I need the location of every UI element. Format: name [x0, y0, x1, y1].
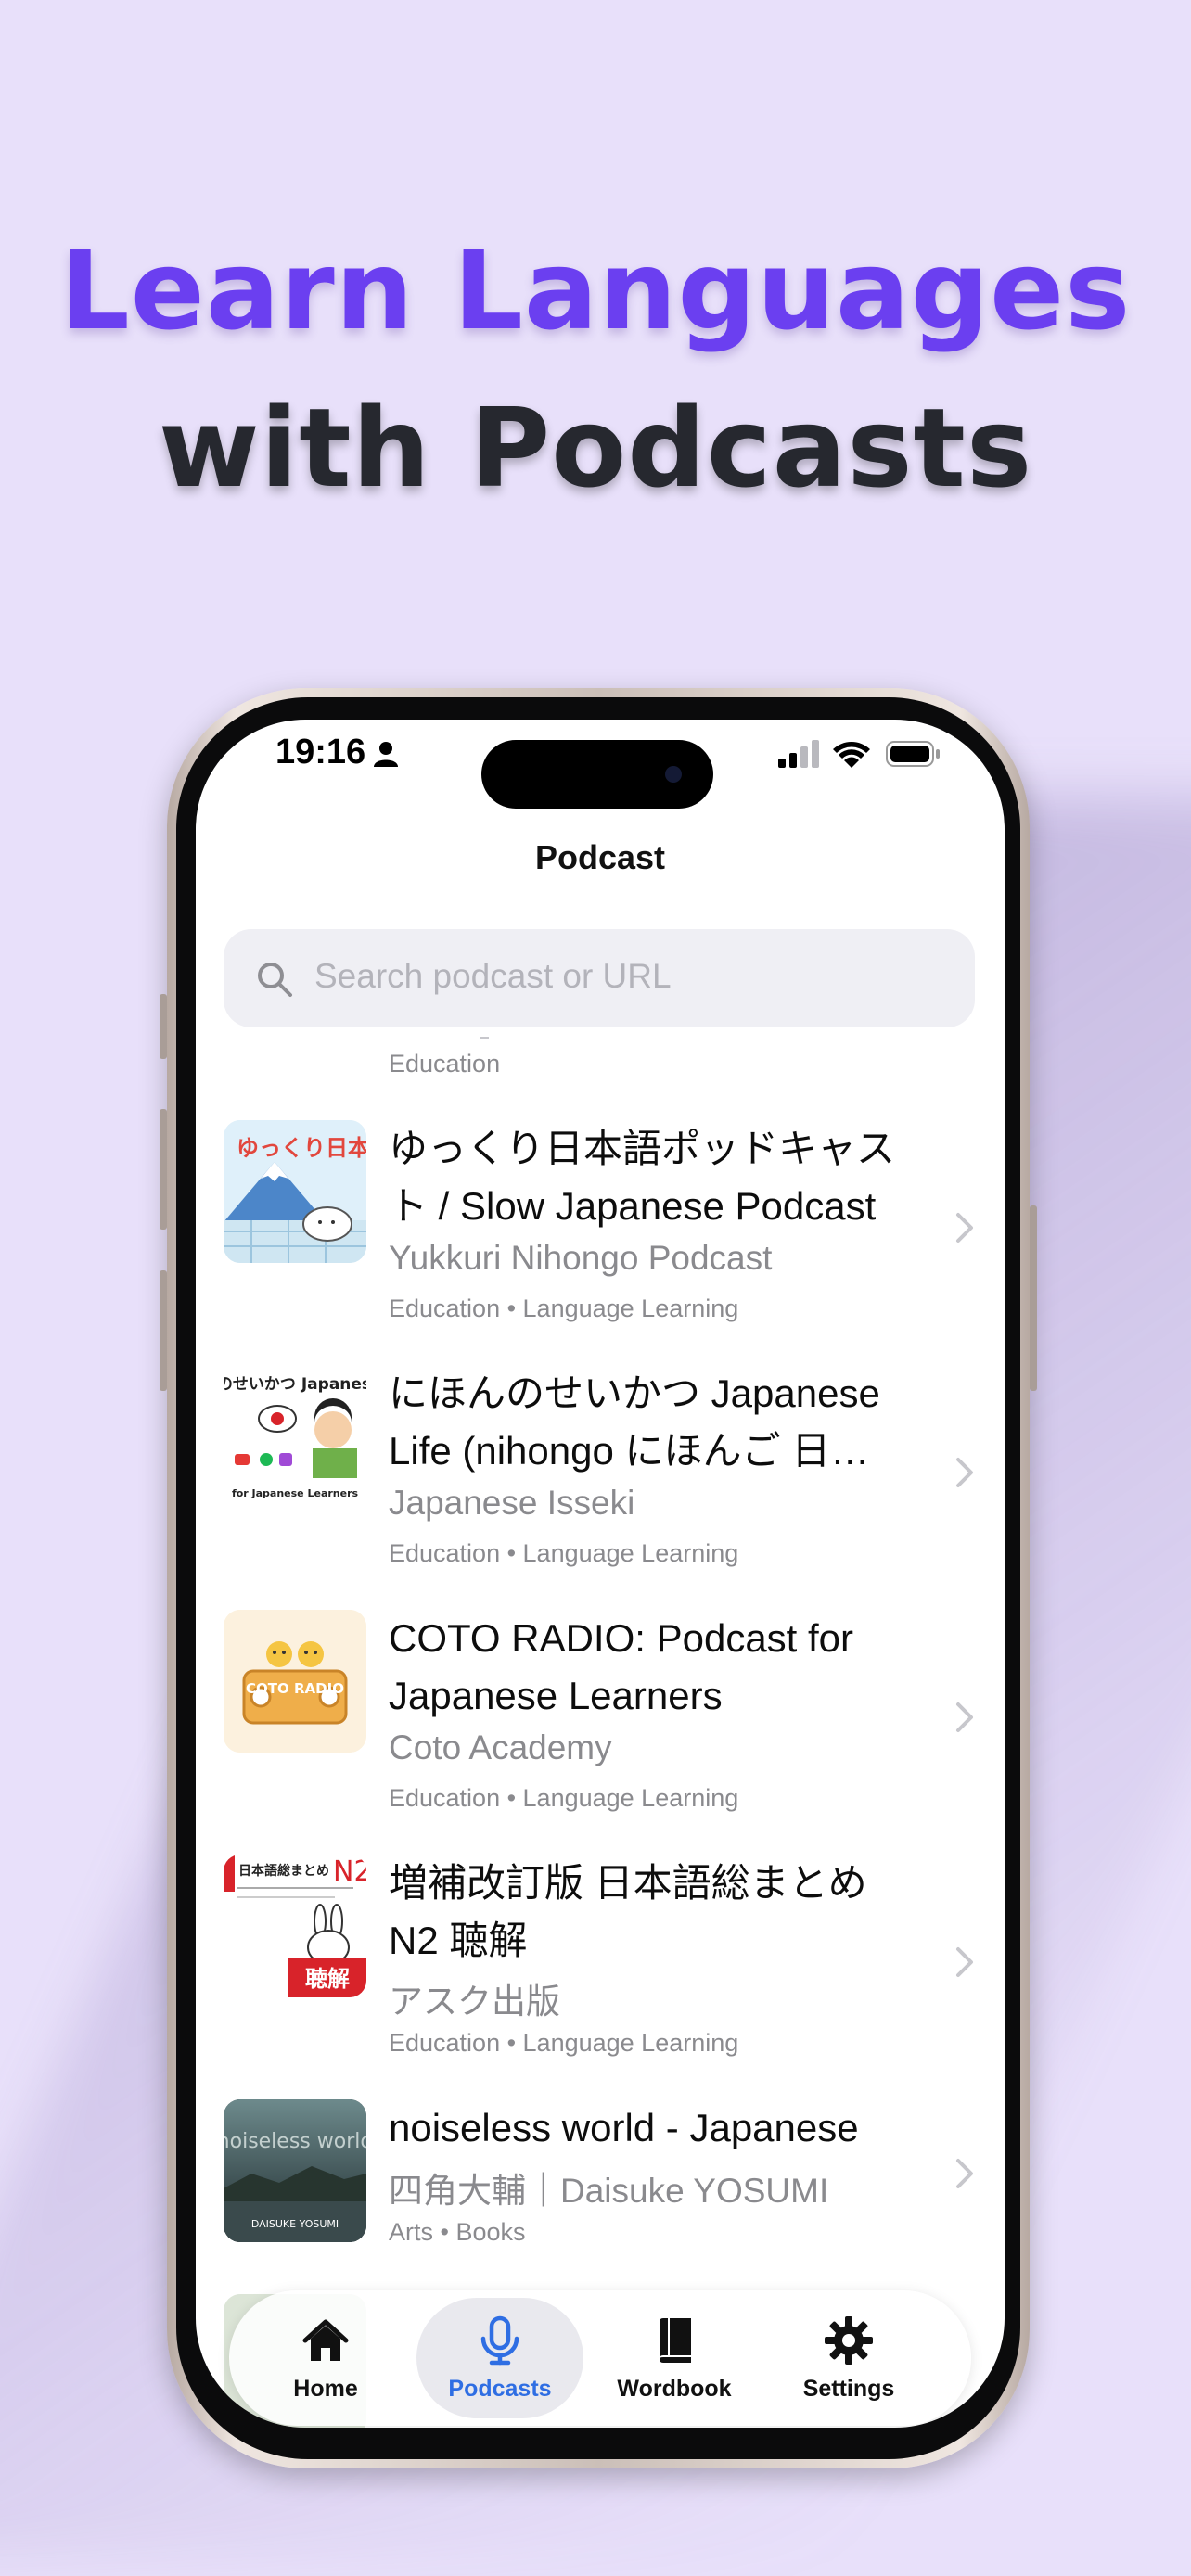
list-item[interactable]: COTO RADIO COTO RADIO: Podcast for Japan…	[196, 1591, 1005, 1832]
podcast-title: 増補改訂版 日本語総まとめ N2 聴解	[389, 1861, 867, 1962]
lake-artwork-icon: noiseless world DAISUKE YOSUMI	[224, 2099, 366, 2242]
tab-label: Settings	[802, 2376, 895, 2402]
podcast-artwork: ゆっくり日本語	[224, 1120, 366, 1263]
podcast-categories: Education • Language Learning	[389, 1784, 739, 1812]
list-item[interactable]: 日本語総まとめ N2 聴解 増補改訂版 日本語総まとめ N2 聴解 アスク出版 …	[196, 1836, 1005, 2077]
svg-text:for Japanese Learners: for Japanese Learners	[232, 1487, 359, 1499]
podcast-categories: Education • Language Learning	[389, 1294, 739, 1322]
podcast-artwork: 日本語総まとめ N2 聴解	[224, 1855, 366, 1997]
headline-line-1: Learn Languages	[59, 226, 1132, 354]
svg-text:COTO RADIO: COTO RADIO	[246, 1680, 344, 1697]
previous-row-remnant	[480, 1037, 489, 1039]
tab-home[interactable]: Home	[242, 2298, 409, 2418]
headline-line-2: with Podcasts	[158, 384, 1033, 512]
house-icon	[302, 2319, 349, 2361]
tab-label: Wordbook	[617, 2376, 732, 2402]
rabbit-book-artwork-icon: 日本語総まとめ N2 聴解	[224, 1855, 366, 1997]
svg-text:にほんのせいかつ Japanese Life: にほんのせいかつ Japanese Life	[224, 1375, 366, 1394]
wifi-icon	[833, 742, 870, 768]
chevron-right-icon	[956, 1458, 973, 1487]
book-icon	[660, 2318, 691, 2363]
tab-podcasts[interactable]: Podcasts	[416, 2298, 583, 2418]
svg-text:聴解: 聴解	[305, 1966, 350, 1992]
search-icon	[258, 963, 292, 997]
svg-text:日本語総まとめ: 日本語総まとめ	[238, 1863, 329, 1879]
tab-wordbook[interactable]: Wordbook	[591, 2298, 758, 2418]
previous-row-categories: Education	[389, 1050, 501, 1078]
marketing-headline: Learn Languages with Podcasts	[0, 211, 1191, 527]
podcast-title: にほんのせいかつ Japanese Life (nihongo にほんご 日本語…	[389, 1371, 880, 1473]
podcast-categories: Education • Language Learning	[389, 2029, 739, 2057]
podcast-artwork: COTO RADIO	[224, 1610, 366, 1753]
list-item[interactable]: にほんのせいかつ Japanese Life for Japanese Lear…	[196, 1346, 1005, 1588]
japanese-life-artwork-icon: にほんのせいかつ Japanese Life for Japanese Lear…	[224, 1365, 366, 1508]
podcast-author: Yukkuri Nihongo Podcast	[389, 1239, 773, 1277]
dynamic-island	[481, 740, 713, 809]
tab-bar: Home Podcasts Wordbook Settings	[229, 2290, 971, 2426]
podcast-author: Coto Academy	[389, 1728, 612, 1766]
podcast-artwork: にほんのせいかつ Japanese Life for Japanese Lear…	[224, 1365, 366, 1508]
svg-text:ゆっくり日本語: ゆっくり日本語	[237, 1135, 366, 1161]
chevron-right-icon	[956, 1213, 973, 1243]
list-item[interactable]: noiseless world DAISUKE YOSUMI noiseless…	[196, 2081, 1005, 2266]
volume-up-button	[160, 1109, 167, 1230]
radio-artwork-icon: COTO RADIO	[224, 1610, 366, 1753]
podcast-title: ゆっくり日本語ポッドキャスト / Slow Japanese Podcast	[389, 1127, 896, 1228]
podcast-title: noiseless world - Japanese	[389, 2106, 859, 2149]
volume-down-button	[160, 1270, 167, 1391]
podcast-categories: Education • Language Learning	[389, 1539, 739, 1567]
tab-label: Home	[293, 2376, 358, 2402]
podcast-title: COTO RADIO: Podcast for Japanese Learner…	[389, 1616, 854, 1717]
cellular-signal-icon	[778, 740, 819, 768]
status-time: 19:16	[275, 733, 366, 772]
chevron-right-icon	[956, 1702, 973, 1732]
svg-text:DAISUKE YOSUMI: DAISUKE YOSUMI	[251, 2218, 339, 2230]
svg-text:N2: N2	[333, 1855, 366, 1888]
search-field[interactable]: Search podcast or URL	[224, 929, 975, 1027]
podcast-author: 四角大輔｜Daisuke YOSUMI	[389, 2172, 829, 2210]
page-title: Podcast	[534, 838, 666, 876]
person-icon	[374, 742, 398, 767]
camera-lens	[665, 766, 682, 783]
list-item[interactable]: ゆっくり日本語 ゆっくり日本語ポッドキャスト / Slow Japanese P…	[196, 1102, 1005, 1343]
podcast-author: Japanese Isseki	[389, 1484, 635, 1522]
status-bar: 19:16	[196, 720, 1005, 812]
mute-switch	[160, 994, 167, 1059]
tab-label: Podcasts	[448, 2376, 552, 2402]
svg-text:noiseless world: noiseless world	[224, 2130, 366, 2153]
podcast-categories: Arts • Books	[389, 2218, 526, 2246]
tab-settings[interactable]: Settings	[765, 2298, 932, 2418]
gear-icon	[825, 2316, 873, 2365]
mountain-artwork-icon: ゆっくり日本語	[224, 1120, 366, 1263]
battery-icon	[886, 741, 940, 767]
phone-screen: 19:16 Podcast Search podcast or URL Educ…	[196, 720, 1005, 2428]
chevron-right-icon	[956, 2159, 973, 2188]
search-input[interactable]: Search podcast or URL	[314, 957, 672, 996]
podcast-artwork: noiseless world DAISUKE YOSUMI	[224, 2099, 366, 2242]
chevron-right-icon	[956, 1947, 973, 1977]
podcast-author: アスク出版	[389, 1983, 560, 2021]
microphone-icon	[480, 2315, 519, 2366]
power-button	[1030, 1205, 1037, 1391]
